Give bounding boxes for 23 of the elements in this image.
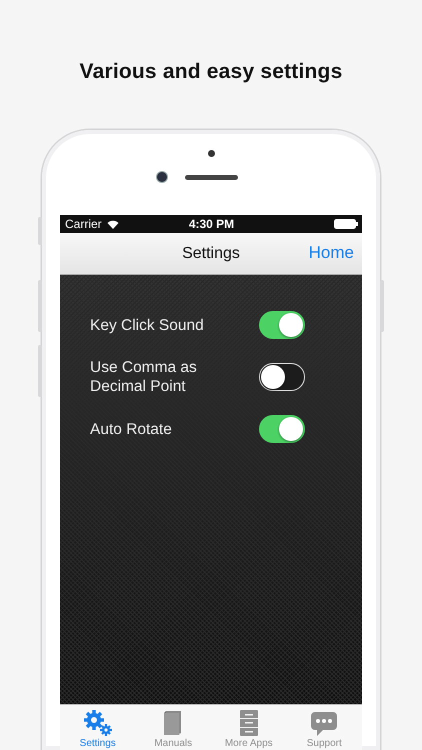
tab[interactable]: Settings (60, 705, 136, 750)
headline: Various and easy settings (80, 60, 342, 85)
speech-bubble-icon (310, 711, 338, 737)
setting-label: Key Click Sound (90, 316, 205, 334)
wifi-icon (106, 220, 119, 228)
toggle-switch[interactable] (259, 363, 305, 391)
speaker-grille (184, 174, 238, 180)
tab[interactable]: Manuals (136, 705, 211, 750)
nav-title: Settings (182, 244, 240, 262)
tab[interactable]: More Apps (211, 705, 286, 750)
setting-label: Use Comma as Decimal Point (90, 358, 198, 396)
tab[interactable]: Support (286, 705, 362, 750)
sensor-dot (208, 150, 214, 157)
status-time: 4:30 PM (188, 217, 234, 231)
camera-lens (156, 172, 166, 182)
battery-icon (334, 219, 358, 229)
toggle-switch[interactable] (259, 311, 305, 339)
file-cabinet-icon (238, 709, 259, 737)
setting-label: Auto Rotate (90, 420, 173, 438)
carrier-name: Carrier (65, 217, 102, 231)
gears-icon (82, 709, 113, 737)
home-button[interactable]: Home (308, 243, 354, 263)
toggle-switch[interactable] (259, 415, 305, 443)
